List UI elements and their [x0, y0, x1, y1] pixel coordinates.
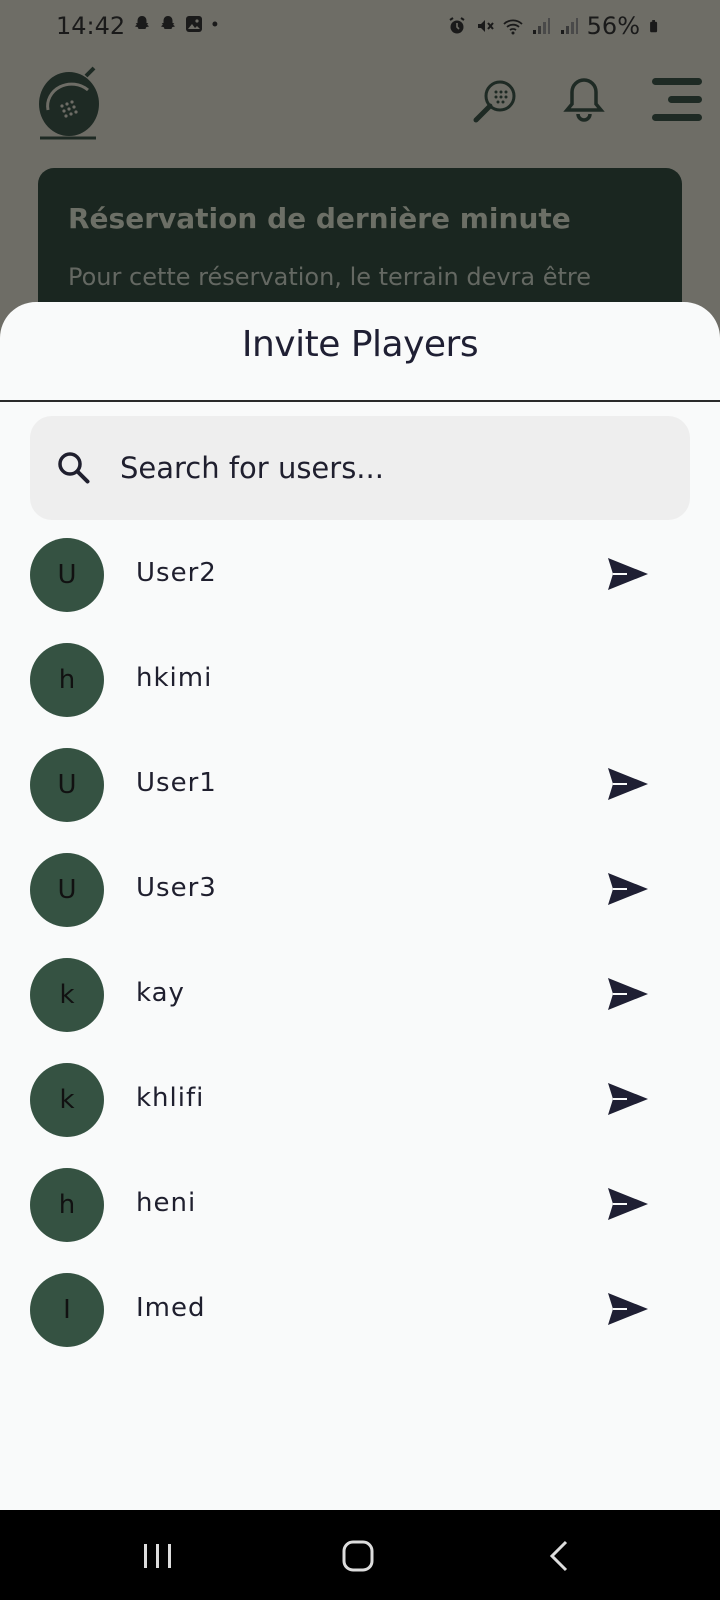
user-name: User2 — [136, 558, 217, 588]
recent-apps-icon[interactable] — [138, 1536, 178, 1576]
send-icon[interactable] — [606, 554, 650, 594]
battery-icon — [650, 20, 658, 33]
banner-title: Réservation de dernière minute — [68, 202, 571, 235]
avatar: k — [30, 958, 104, 1032]
send-icon[interactable] — [606, 764, 650, 804]
avatar: U — [30, 538, 104, 612]
sheet-divider — [0, 400, 720, 402]
user-name: kay — [136, 978, 185, 1008]
send-icon[interactable] — [606, 974, 650, 1014]
list-item[interactable]: h heni — [0, 1162, 720, 1267]
user-name: Imed — [136, 1293, 206, 1323]
dot-icon — [212, 21, 218, 27]
invite-players-sheet: Invite Players U User2 h hkimi U User1 U… — [0, 302, 720, 1510]
racket-icon[interactable] — [470, 76, 520, 126]
send-icon[interactable] — [606, 1184, 650, 1224]
status-right-icons: 56% — [447, 12, 662, 40]
avatar: U — [30, 748, 104, 822]
app-logo[interactable] — [36, 66, 106, 142]
send-icon[interactable] — [606, 1289, 650, 1329]
alarm-icon — [449, 17, 465, 34]
status-time: 14:42 — [56, 12, 126, 40]
menu-icon[interactable] — [648, 76, 704, 122]
list-item[interactable]: k kay — [0, 952, 720, 1057]
wifi-icon — [503, 19, 523, 35]
snapchat-icon — [160, 16, 176, 29]
user-name: User1 — [136, 768, 217, 798]
send-icon[interactable] — [606, 1079, 650, 1119]
home-icon[interactable] — [338, 1536, 378, 1576]
banner-body: Pour cette réservation, le terrain devra… — [68, 263, 592, 291]
avatar: U — [30, 853, 104, 927]
search-icon — [58, 452, 90, 484]
back-icon[interactable] — [540, 1536, 580, 1576]
send-icon[interactable] — [606, 869, 650, 909]
snapchat-icon — [134, 16, 150, 29]
user-name: heni — [136, 1188, 197, 1218]
list-item[interactable]: U User3 — [0, 847, 720, 952]
gallery-icon — [186, 16, 202, 32]
avatar: k — [30, 1063, 104, 1137]
avatar: I — [30, 1273, 104, 1347]
list-item[interactable]: I Imed — [0, 1267, 720, 1372]
navigation-bar — [0, 1510, 720, 1600]
sheet-title: Invite Players — [241, 324, 479, 365]
search-bar[interactable] — [30, 416, 690, 520]
list-item[interactable]: h hkimi — [0, 637, 720, 742]
bell-icon[interactable] — [562, 76, 606, 126]
list-item[interactable]: U User2 — [0, 532, 720, 637]
status-left-icons — [132, 14, 224, 34]
avatar: h — [30, 1168, 104, 1242]
mute-icon — [477, 20, 494, 32]
signal-icon — [560, 18, 578, 34]
user-name: hkimi — [136, 663, 213, 693]
user-name: User3 — [136, 873, 217, 903]
search-input[interactable] — [120, 440, 660, 496]
list-item[interactable]: k khlifi — [0, 1057, 720, 1162]
user-name: khlifi — [136, 1083, 205, 1113]
avatar: h — [30, 643, 104, 717]
status-bar: 14:42 56% — [0, 0, 720, 54]
list-item[interactable]: U User1 — [0, 742, 720, 847]
battery-percent: 56% — [586, 12, 640, 40]
signal-icon — [532, 18, 550, 34]
user-list: U User2 h hkimi U User1 U User3 k kay k … — [0, 532, 720, 1372]
